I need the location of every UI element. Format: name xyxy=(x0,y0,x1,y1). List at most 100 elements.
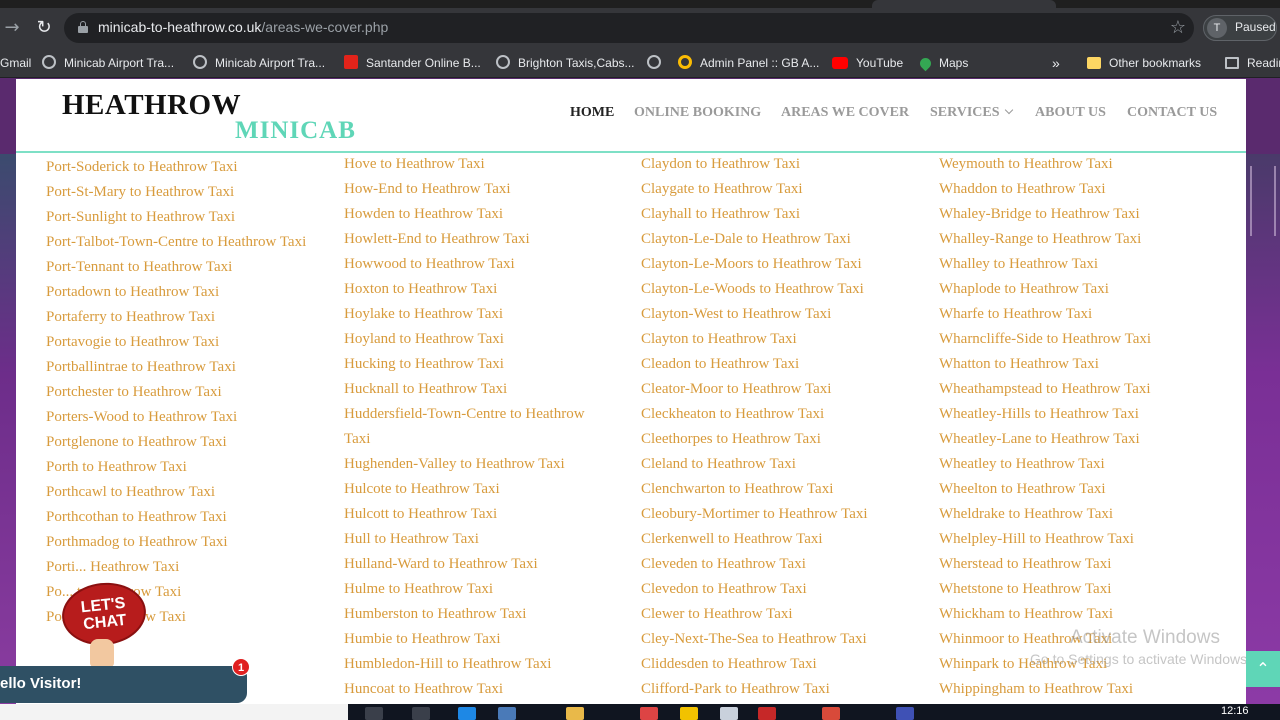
area-link[interactable]: Porth to Heathrow Taxi xyxy=(46,455,316,480)
scroll-to-top-icon[interactable]: ⌃ xyxy=(1246,651,1280,687)
area-link[interactable]: Portballintrae to Heathrow Taxi xyxy=(46,355,316,380)
area-link[interactable]: Cleland to Heathrow Taxi xyxy=(641,452,911,477)
area-link[interactable]: Huncoat to Heathrow Taxi xyxy=(344,677,614,702)
browser-tab-active[interactable] xyxy=(872,0,1056,8)
app-icon[interactable] xyxy=(498,707,516,720)
area-link[interactable]: Hulland-Ward to Heathrow Taxi xyxy=(344,552,614,577)
area-link[interactable]: Claygate to Heathrow Taxi xyxy=(641,177,911,202)
area-link[interactable]: Hulcott to Heathrow Taxi xyxy=(344,502,614,527)
area-link[interactable]: Hoyland to Heathrow Taxi xyxy=(344,327,614,352)
area-link[interactable]: Howden to Heathrow Taxi xyxy=(344,202,614,227)
bookmark-santander[interactable]: Santander Online B... xyxy=(344,53,481,73)
area-link[interactable]: Hughenden-Valley to Heathrow Taxi xyxy=(344,452,614,477)
back-icon[interactable]: → xyxy=(0,16,24,40)
area-link[interactable]: Port-Tennant to Heathrow Taxi xyxy=(46,255,316,280)
area-link[interactable]: Whatton to Heathrow Taxi xyxy=(939,352,1209,377)
area-link[interactable]: Claydon to Heathrow Taxi xyxy=(641,152,911,177)
reload-icon[interactable]: ↻ xyxy=(32,16,56,40)
area-link[interactable]: Humbledon-Hill to Heathrow Taxi xyxy=(344,652,614,677)
area-link[interactable]: Whelpley-Hill to Heathrow Taxi xyxy=(939,527,1209,552)
area-link[interactable]: Wheathampstead to Heathrow Taxi xyxy=(939,377,1209,402)
area-link[interactable]: Clayton-Le-Woods to Heathrow Taxi xyxy=(641,277,911,302)
url-text[interactable]: minicab-to-heathrow.co.uk/areas-we-cover… xyxy=(98,19,388,35)
area-link[interactable]: Wharncliffe-Side to Heathrow Taxi xyxy=(939,327,1209,352)
area-link[interactable]: Whalley to Heathrow Taxi xyxy=(939,252,1209,277)
area-link[interactable]: Cliddesden to Heathrow Taxi xyxy=(641,652,911,677)
bookmark-gmail[interactable]: Gmail xyxy=(0,53,31,73)
area-link[interactable]: Clewer to Heathrow Taxi xyxy=(641,602,911,627)
area-link[interactable]: Hove to Heathrow Taxi xyxy=(344,152,614,177)
area-link[interactable]: Weymouth to Heathrow Taxi xyxy=(939,152,1209,177)
taskbar-clock[interactable]: 12:16 xyxy=(1221,705,1249,717)
area-link[interactable]: Porti... Heathrow Taxi xyxy=(46,555,316,580)
area-link[interactable]: Hull to Heathrow Taxi xyxy=(344,527,614,552)
area-link[interactable]: Hoylake to Heathrow Taxi xyxy=(344,302,614,327)
area-link[interactable]: Portchester to Heathrow Taxi xyxy=(46,380,316,405)
nav-services[interactable]: SERVICES xyxy=(930,105,1013,121)
area-link[interactable]: Whetstone to Heathrow Taxi xyxy=(939,577,1209,602)
area-link[interactable]: Cleadon to Heathrow Taxi xyxy=(641,352,911,377)
area-link[interactable]: Hucking to Heathrow Taxi xyxy=(344,352,614,377)
area-link[interactable]: Wheatley-Lane to Heathrow Taxi xyxy=(939,427,1209,452)
area-link[interactable]: Cleckheaton to Heathrow Taxi xyxy=(641,402,911,427)
area-link[interactable]: Howlett-End to Heathrow Taxi xyxy=(344,227,614,252)
area-link[interactable]: Porthmadog to Heathrow Taxi xyxy=(46,530,316,555)
bookmark-star-icon[interactable]: ☆ xyxy=(1170,17,1186,38)
chat-launcher[interactable]: LET'S CHAT xyxy=(58,578,150,667)
area-link[interactable]: Clenchwarton to Heathrow Taxi xyxy=(641,477,911,502)
area-link[interactable]: Clayton to Heathrow Taxi xyxy=(641,327,911,352)
area-link[interactable]: Clayton-West to Heathrow Taxi xyxy=(641,302,911,327)
area-link[interactable]: Cleethorpes to Heathrow Taxi xyxy=(641,427,911,452)
app-yellow-icon[interactable] xyxy=(680,707,698,720)
area-link[interactable]: Port-St-Mary to Heathrow Taxi xyxy=(46,180,316,205)
file-explorer-icon[interactable] xyxy=(566,707,584,720)
area-link[interactable]: Whalley-Range to Heathrow Taxi xyxy=(939,227,1209,252)
bookmark-youtube[interactable]: YouTube xyxy=(832,53,903,73)
area-link[interactable]: Humbie to Heathrow Taxi xyxy=(344,627,614,652)
lock-icon[interactable] xyxy=(78,21,88,33)
area-link[interactable]: Clayton-Le-Dale to Heathrow Taxi xyxy=(641,227,911,252)
area-link[interactable]: Hulcote to Heathrow Taxi xyxy=(344,477,614,502)
bookmark-minicab-1[interactable]: Minicab Airport Tra... xyxy=(42,53,174,73)
area-link[interactable]: Wheldrake to Heathrow Taxi xyxy=(939,502,1209,527)
area-link[interactable]: Cleator-Moor to Heathrow Taxi xyxy=(641,377,911,402)
area-link[interactable]: Wheelton to Heathrow Taxi xyxy=(939,477,1209,502)
notepad-icon[interactable] xyxy=(720,707,738,720)
area-link[interactable]: Hulme to Heathrow Taxi xyxy=(344,577,614,602)
area-link[interactable]: Porters-Wood to Heathrow Taxi xyxy=(46,405,316,430)
area-link[interactable]: Cleveden to Heathrow Taxi xyxy=(641,552,911,577)
nav-home[interactable]: HOME xyxy=(570,105,614,121)
area-link[interactable]: How-End to Heathrow Taxi xyxy=(344,177,614,202)
area-link[interactable]: Clifford-Park to Heathrow Taxi xyxy=(641,677,911,702)
area-link[interactable]: Hucknall to Heathrow Taxi xyxy=(344,377,614,402)
app-red-icon[interactable] xyxy=(640,707,658,720)
area-link[interactable]: Cley-Next-The-Sea to Heathrow Taxi xyxy=(641,627,911,652)
bookmarks-overflow-chevron-icon[interactable]: » xyxy=(1052,53,1060,73)
edge-icon[interactable] xyxy=(458,707,476,720)
nav-areas-we-cover[interactable]: AREAS WE COVER xyxy=(781,105,909,121)
reading-list-button[interactable]: Readin xyxy=(1225,53,1280,73)
area-link[interactable]: Portadown to Heathrow Taxi xyxy=(46,280,316,305)
bookmark-minicab-2[interactable]: Minicab Airport Tra... xyxy=(193,53,325,73)
area-link[interactable]: Clayhall to Heathrow Taxi xyxy=(641,202,911,227)
taskbar-search-box[interactable] xyxy=(0,704,348,720)
area-link[interactable]: Porthcothan to Heathrow Taxi xyxy=(46,505,316,530)
address-bar[interactable]: minicab-to-heathrow.co.uk/areas-we-cover… xyxy=(64,13,1194,43)
area-link[interactable]: Wheatley to Heathrow Taxi xyxy=(939,452,1209,477)
area-link[interactable]: Whippingham to Heathrow Taxi xyxy=(939,677,1209,702)
area-link[interactable]: Hoxton to Heathrow Taxi xyxy=(344,277,614,302)
area-link[interactable]: Whaley-Bridge to Heathrow Taxi xyxy=(939,202,1209,227)
area-link[interactable]: Port-Talbot-Town-Centre to Heathrow Taxi xyxy=(46,230,311,255)
nav-online-booking[interactable]: ONLINE BOOKING xyxy=(634,105,761,121)
area-link[interactable]: Wharfe to Heathrow Taxi xyxy=(939,302,1209,327)
area-link[interactable]: Whaplode to Heathrow Taxi xyxy=(939,277,1209,302)
bookmark-untitled[interactable] xyxy=(647,53,669,73)
area-link[interactable]: Huddersfield-Town-Centre to Heathrow Tax… xyxy=(344,402,609,452)
area-link[interactable]: Portavogie to Heathrow Taxi xyxy=(46,330,316,355)
area-link[interactable]: Wherstead to Heathrow Taxi xyxy=(939,552,1209,577)
area-link[interactable]: Clayton-Le-Moors to Heathrow Taxi xyxy=(641,252,911,277)
area-link[interactable]: Clevedon to Heathrow Taxi xyxy=(641,577,911,602)
chrome-icon[interactable] xyxy=(822,707,840,720)
area-link[interactable]: Humberston to Heathrow Taxi xyxy=(344,602,614,627)
app-pdf-icon[interactable] xyxy=(758,707,776,720)
